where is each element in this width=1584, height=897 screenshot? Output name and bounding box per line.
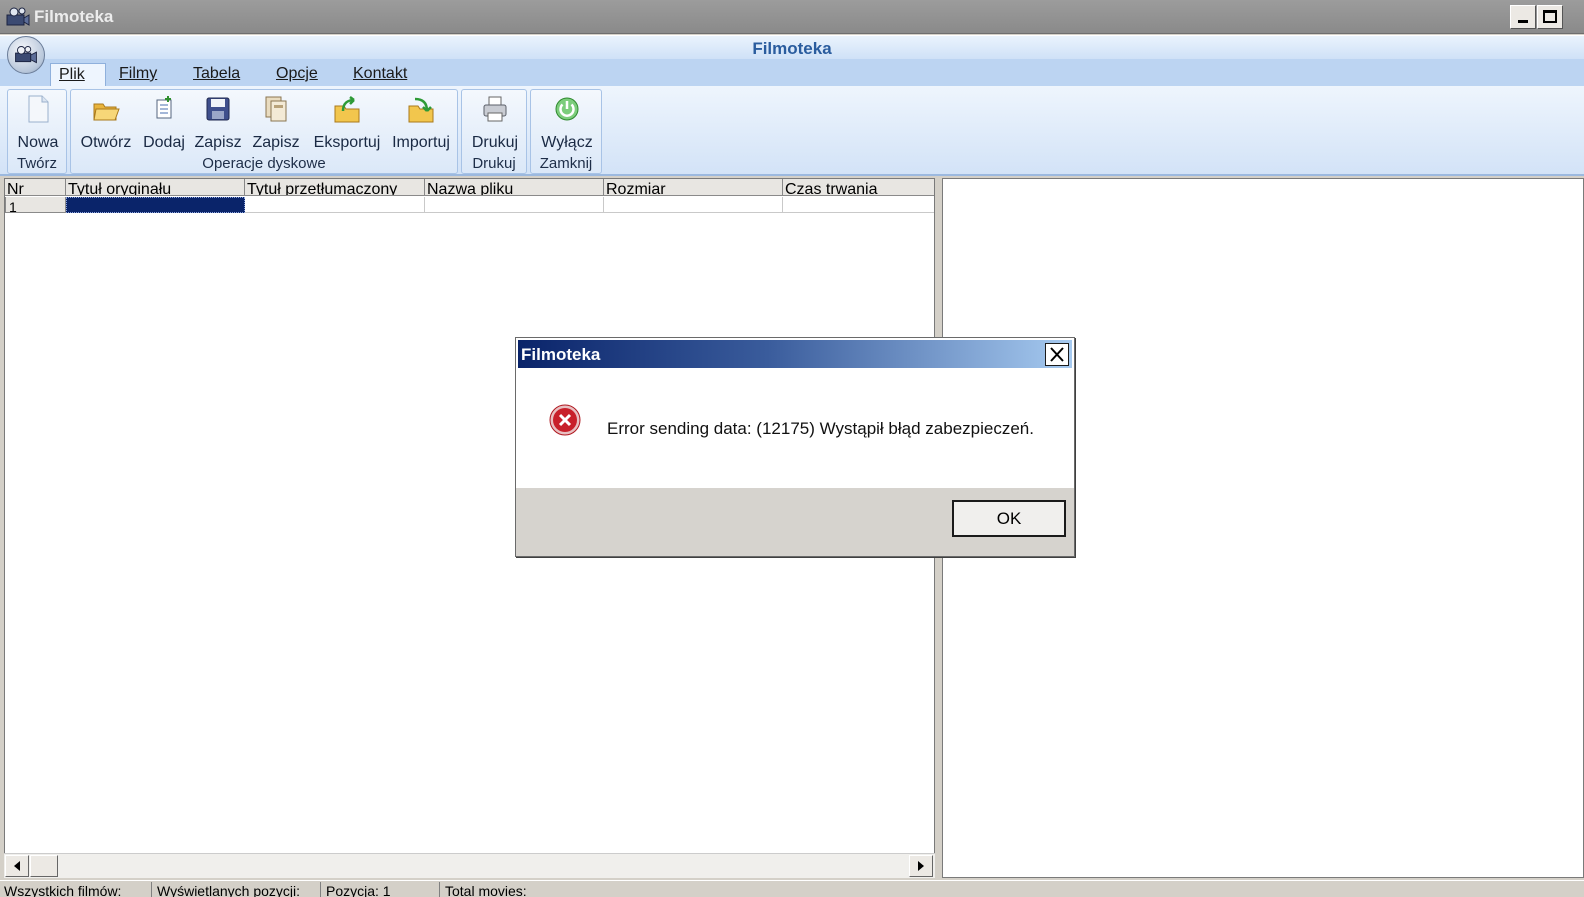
horizontal-scrollbar[interactable] [4, 853, 935, 878]
group-disk-operations-label: Operacje dyskowe [202, 155, 326, 172]
scroll-left-button[interactable] [5, 855, 29, 877]
tab-kontakt[interactable]: Kontakt [345, 63, 415, 86]
table-cell[interactable] [425, 197, 604, 213]
status-bar: Wszystkich filmów: Wyświetlanych pozycji… [0, 880, 1584, 897]
ribbon-toolbar: Nowa Twórz Otwórz Dodaj Zapisz Zapisz Ek… [0, 86, 1584, 176]
arrow-right-icon [918, 861, 924, 871]
column-header-size[interactable]: Rozmiar [604, 179, 783, 195]
group-print: Drukuj Drukuj [461, 89, 527, 174]
tab-tabela[interactable]: Tabela [185, 63, 248, 86]
status-displayed-items: Wyświetlanych pozycji: [153, 882, 321, 897]
dialog-message: Error sending data: (12175) Wystąpił błą… [607, 419, 1034, 438]
ok-button[interactable]: OK [952, 500, 1066, 537]
group-create-label: Twórz [16, 155, 57, 172]
scrollbar-thumb[interactable] [30, 855, 58, 877]
column-header-file-name[interactable]: Nazwa pliku [425, 179, 604, 195]
close-icon [1050, 347, 1064, 362]
printer-icon [483, 96, 507, 122]
dialog-button-area: OK [516, 488, 1074, 556]
open-button[interactable]: Otwórz [75, 94, 137, 156]
group-create: Nowa Twórz [7, 89, 67, 174]
import-button-label: Importuj [392, 134, 450, 151]
ribbon-tabs: Plik Filmy Tabela Opcje Kontakt [0, 59, 1584, 86]
print-button[interactable]: Drukuj [466, 94, 524, 156]
add-button[interactable]: Dodaj [140, 94, 188, 156]
open-button-label: Otwórz [80, 134, 132, 151]
window-titlebar[interactable]: Filmoteka [0, 0, 1584, 34]
film-camera-icon [6, 7, 30, 26]
maximize-icon [1543, 10, 1557, 23]
folder-open-icon [93, 103, 120, 121]
scroll-right-button[interactable] [909, 855, 933, 877]
save-as-button[interactable]: Zapisz [249, 94, 303, 156]
save-as-icon [265, 96, 287, 122]
new-document-icon [28, 95, 49, 123]
table-cell[interactable] [783, 197, 934, 213]
minimize-button[interactable] [1510, 5, 1536, 29]
group-close-label: Zamknij [539, 155, 593, 172]
status-position: Pozycja: 1 [322, 882, 440, 897]
group-print-label: Drukuj [472, 155, 516, 172]
error-icon [549, 404, 581, 436]
folder-import-icon [408, 97, 434, 123]
maximize-button[interactable] [1537, 5, 1563, 29]
dialog-titlebar[interactable]: Filmoteka [518, 340, 1072, 368]
power-icon [555, 97, 579, 121]
column-header-original-title[interactable]: Tytuł oryginału [66, 179, 245, 195]
add-button-label: Dodaj [143, 134, 185, 151]
tab-filmy[interactable]: Filmy [111, 63, 165, 86]
save-as-button-label: Zapisz [252, 134, 300, 151]
column-header-translated-title[interactable]: Tytuł przetłumaczony [245, 179, 425, 195]
table-row[interactable]: 1 [5, 197, 934, 213]
film-camera-icon [15, 46, 37, 64]
column-header-duration[interactable]: Czas trwania [783, 179, 934, 195]
row-number-cell[interactable]: 1 [5, 197, 66, 213]
grid-header: Nr Tytuł oryginału Tytuł przetłumaczony … [5, 179, 934, 196]
floppy-disk-icon [206, 97, 230, 121]
new-button-label: Nowa [17, 134, 59, 151]
add-document-icon [156, 96, 172, 119]
import-button[interactable]: Importuj [389, 94, 453, 156]
application-menu-button[interactable] [7, 36, 45, 74]
group-close: Wyłącz Zamknij [530, 89, 602, 174]
dialog-title: Filmoteka [521, 345, 601, 364]
app-window: Filmoteka Filmoteka Plik Filmy Tabela Op… [0, 0, 1584, 897]
export-button[interactable]: Eksportuj [311, 94, 383, 156]
tab-plik[interactable]: Plik [50, 63, 106, 86]
group-disk-operations: Otwórz Dodaj Zapisz Zapisz Eksportuj Imp… [70, 89, 458, 174]
print-button-label: Drukuj [471, 134, 519, 151]
status-total-movies: Wszystkich filmów: [0, 882, 152, 897]
new-button[interactable]: Nowa [10, 94, 66, 156]
save-button[interactable]: Zapisz [191, 94, 245, 156]
table-cell[interactable] [604, 197, 783, 213]
error-dialog: Filmoteka Error sending data: (12175) Wy… [515, 337, 1075, 557]
column-header-nr[interactable]: Nr [5, 179, 66, 195]
exit-button[interactable]: Wyłącz [535, 94, 599, 156]
selected-cell[interactable] [66, 197, 245, 213]
window-title: Filmoteka [34, 7, 114, 26]
status-total-movies-en: Total movies: [445, 883, 527, 897]
export-button-label: Eksportuj [313, 134, 381, 151]
exit-button-label: Wyłącz [541, 134, 593, 151]
folder-export-icon [334, 96, 360, 123]
ribbon-title: Filmoteka [752, 39, 832, 58]
arrow-left-icon [14, 861, 20, 871]
dialog-close-button[interactable] [1045, 343, 1069, 366]
ribbon-title-bar: Filmoteka [0, 35, 1584, 59]
save-button-label: Zapisz [194, 134, 242, 151]
tab-opcje[interactable]: Opcje [268, 63, 326, 86]
minimize-icon [1518, 20, 1528, 23]
table-cell[interactable] [245, 197, 425, 213]
